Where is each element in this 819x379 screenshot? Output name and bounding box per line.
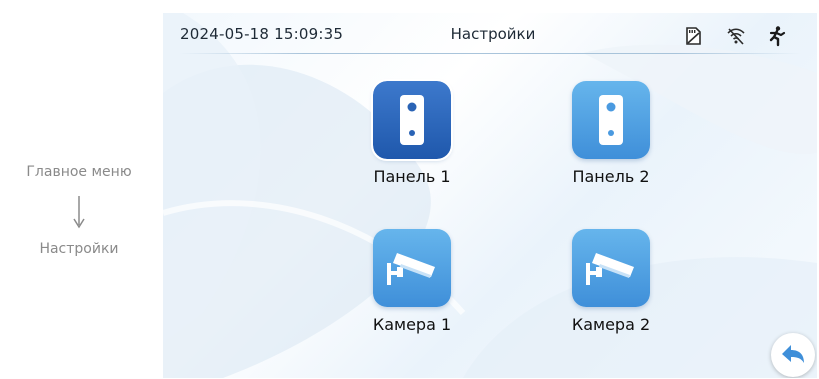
door-panel-icon [572, 81, 650, 159]
datetime: 2024-05-18 15:09:35 [180, 25, 344, 43]
back-button[interactable] [771, 333, 815, 377]
panel-1-label: Панель 1 [373, 167, 451, 186]
panel-1-button[interactable]: Панель 1 [347, 79, 477, 186]
camera-2-label: Камера 2 [571, 315, 651, 334]
device-screen: 2024-05-18 15:09:35 Настройки Панель 1 П… [163, 13, 817, 378]
sd-card-icon [682, 25, 704, 47]
screen-title: Настройки [450, 25, 536, 43]
door-panel-icon [371, 79, 453, 161]
page: Главное меню Настройки 2024-05-18 15:09:… [0, 0, 819, 379]
background-swirl [163, 13, 817, 378]
cctv-camera-icon [373, 229, 451, 307]
motion-detection-icon [766, 25, 788, 47]
camera-1-label: Камера 1 [372, 315, 452, 334]
camera-2-button[interactable]: Камера 2 [546, 229, 676, 334]
panel-2-label: Панель 2 [572, 167, 650, 186]
panel-2-button[interactable]: Панель 2 [546, 81, 676, 186]
wifi-icon [725, 25, 747, 47]
cctv-camera-icon [572, 229, 650, 307]
status-divider [179, 53, 801, 54]
breadcrumb-to: Настройки [39, 241, 119, 257]
breadcrumb-from: Главное меню [26, 164, 132, 180]
down-arrow-icon [73, 196, 85, 229]
status-bar: 2024-05-18 15:09:35 Настройки [163, 13, 817, 55]
back-arrow-icon [782, 345, 804, 363]
camera-1-button[interactable]: Камера 1 [347, 229, 477, 334]
